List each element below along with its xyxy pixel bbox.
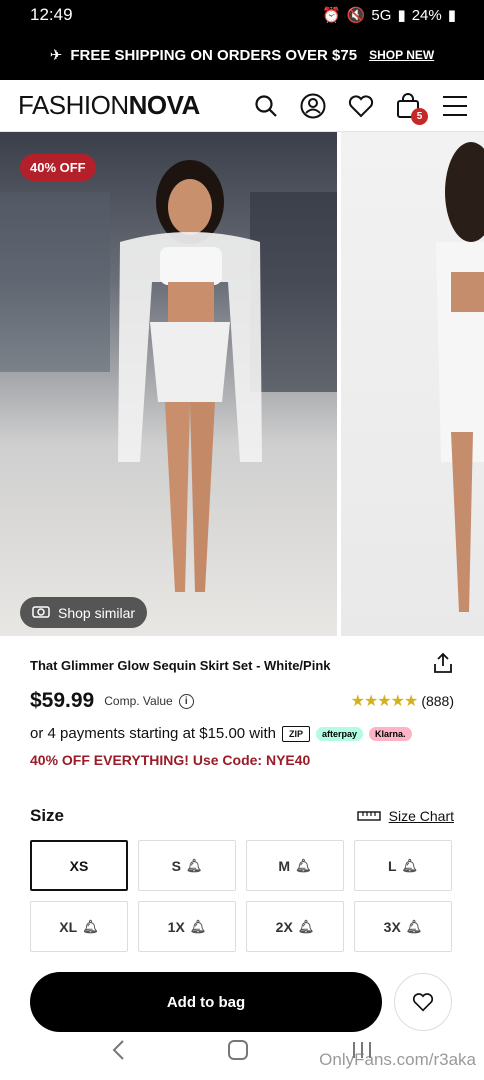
camera-icon — [32, 604, 50, 621]
rating-stars: ★★★★★ — [350, 693, 419, 710]
notify-bell-icon: 🔔︎ — [405, 918, 423, 934]
heart-icon — [412, 993, 434, 1012]
menu-icon[interactable] — [442, 95, 468, 117]
notify-bell-icon: 🔔︎ — [189, 918, 207, 934]
afterpay-logo[interactable]: afterpay — [316, 726, 364, 741]
site-header: FASHION NOVA 5 — [0, 80, 484, 132]
ruler-icon — [356, 808, 381, 824]
discount-badge: 40% OFF — [20, 154, 96, 181]
notify-bell-icon: 🔔︎ — [401, 857, 419, 873]
product-photo-secondary[interactable] — [341, 132, 484, 636]
size-label: Size — [30, 806, 65, 825]
info-icon[interactable]: i — [178, 693, 194, 709]
bag-button[interactable]: 5 — [396, 92, 428, 125]
promo-bar: ✈ FREE SHIPPING ON ORDERS OVER $75 SHOP … — [0, 30, 484, 80]
shop-new-link[interactable]: SHOP NEW — [369, 48, 434, 62]
notify-bell-icon: 🔔︎ — [297, 918, 315, 934]
search-icon[interactable] — [254, 94, 278, 118]
product-price: $59.99 — [30, 689, 95, 712]
battery-label: 24% — [411, 6, 442, 24]
bag-count-badge: 5 — [411, 107, 428, 125]
shop-similar-label: Shop similar — [58, 604, 136, 621]
airplane-icon: ✈ — [49, 47, 63, 64]
size-option-s[interactable]: S 🔔︎ — [138, 840, 236, 891]
shop-similar-button[interactable]: Shop similar — [20, 597, 148, 628]
zip-logo[interactable]: ZIP — [281, 725, 310, 742]
product-details: That Glimmer Glow Sequin Skirt Set - Whi… — [0, 636, 484, 1032]
back-icon[interactable] — [111, 1039, 125, 1066]
size-option-l[interactable]: L 🔔︎ — [354, 840, 452, 891]
home-icon[interactable] — [227, 1039, 249, 1066]
model-illustration-alt — [436, 142, 484, 612]
rating[interactable]: ★★★★★ (888) — [351, 691, 454, 711]
status-time: 12:49 — [30, 5, 73, 24]
notify-bell-icon: 🔔︎ — [82, 918, 99, 934]
product-title: That Glimmer Glow Sequin Skirt Set - Whi… — [30, 658, 331, 673]
share-icon[interactable] — [432, 652, 454, 679]
product-gallery[interactable]: 40% OFF Shop similar — [0, 132, 484, 636]
comp-value-label: Comp. Value — [104, 694, 173, 708]
notify-bell-icon: 🔔︎ — [295, 857, 312, 873]
klarna-logo[interactable]: Klarna. — [369, 726, 412, 741]
watermark: OnlyFans.com/r3aka — [319, 1050, 476, 1069]
header-icons: 5 — [254, 92, 468, 125]
wishlist-icon[interactable] — [348, 94, 374, 118]
logo[interactable]: FASHION NOVA — [18, 90, 200, 121]
size-option-xl[interactable]: XL 🔔︎ — [30, 901, 128, 952]
account-icon[interactable] — [300, 93, 326, 119]
add-to-bag-button[interactable]: Add to bag — [30, 972, 382, 1032]
size-options: XS S 🔔︎ M 🔔︎ L 🔔︎ XL 🔔︎ 1X 🔔︎ 2X 🔔︎ 3X 🔔︎ — [30, 840, 454, 952]
battery-icon: ▮ — [447, 7, 456, 24]
network-label: 5G — [371, 6, 392, 24]
status-bar: 12:49 ⏰ 🔇 5G ▮ 24% ▮ — [0, 0, 484, 30]
status-icons: ⏰ 🔇 5G ▮ 24% ▮ — [322, 6, 456, 25]
installments-row: or 4 payments starting at $15.00 with ZI… — [30, 725, 454, 742]
size-chart-link[interactable]: Size Chart — [356, 808, 454, 824]
promo-code-text: 40% OFF EVERYTHING! Use Code: NYE40 — [30, 752, 311, 768]
signal-icon: ▮ — [397, 7, 406, 24]
installments-text: or 4 payments starting at $15.00 with — [30, 725, 276, 742]
promo-text: FREE SHIPPING ON ORDERS OVER $75 — [70, 46, 358, 64]
comp-value[interactable]: Comp. Value i — [104, 693, 194, 709]
size-option-2x[interactable]: 2X 🔔︎ — [246, 901, 344, 952]
size-option-m[interactable]: M 🔔︎ — [246, 840, 344, 891]
size-option-3x[interactable]: 3X 🔔︎ — [354, 901, 452, 952]
alarm-icon: ⏰ — [322, 7, 341, 24]
wishlist-button[interactable] — [394, 973, 452, 1031]
size-chart-label: Size Chart — [388, 808, 454, 824]
review-count: (888) — [421, 693, 454, 709]
size-option-xs[interactable]: XS — [30, 840, 128, 891]
size-option-1x[interactable]: 1X 🔔︎ — [138, 901, 236, 952]
product-photo-main[interactable]: 40% OFF Shop similar — [0, 132, 337, 636]
notify-bell-icon: 🔔︎ — [185, 857, 203, 873]
mute-icon: 🔇 — [346, 7, 366, 24]
model-illustration — [0, 160, 337, 592]
